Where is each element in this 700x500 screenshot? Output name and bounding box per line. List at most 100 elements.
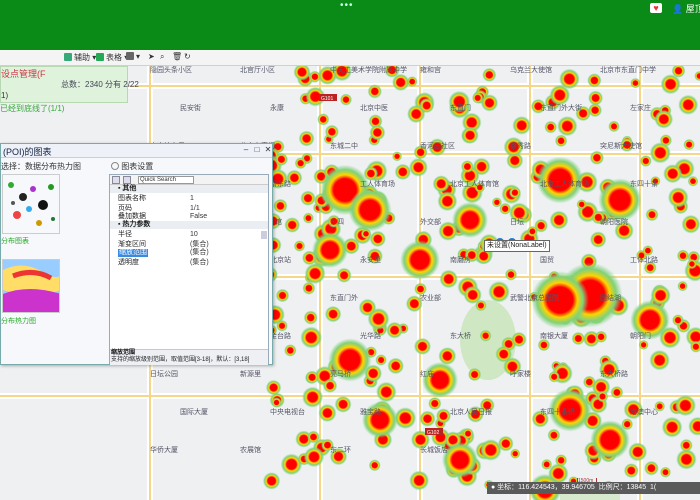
maximize-icon[interactable]: □: [252, 145, 262, 155]
minimize-icon[interactable]: –: [241, 145, 251, 155]
heat-point: [307, 430, 320, 444]
heat-point: [419, 98, 435, 113]
heat-point: [340, 93, 352, 106]
map-place-label: 北京人民日报: [450, 407, 492, 416]
property-value[interactable]: (集合): [190, 259, 209, 267]
heat-point: [644, 460, 659, 476]
heat-point: [547, 428, 561, 442]
heat-point: [512, 116, 531, 135]
heat-point: [480, 94, 499, 112]
map-place-label: 乌克兰大使馆: [510, 65, 552, 74]
pointer-tool[interactable]: ➤: [148, 52, 155, 61]
search-tool-icon[interactable]: ⌕: [160, 52, 164, 62]
heat-point: [681, 214, 700, 234]
property-row[interactable]: 渐变区间 (集合): [110, 241, 268, 249]
heart-icon[interactable]: ♥: [650, 3, 662, 13]
property-value[interactable]: False: [190, 213, 207, 221]
close-icon[interactable]: ✕: [263, 145, 273, 155]
property-row[interactable]: 叠加数据 False: [110, 213, 268, 221]
table-button[interactable]: 表格 ▾: [96, 52, 128, 63]
heat-point: [369, 124, 386, 141]
heat-point: [375, 354, 387, 366]
assist-button[interactable]: 辅助 ▾: [64, 52, 96, 63]
property-key: 渐变区间: [118, 241, 146, 248]
heat-point: [419, 410, 436, 427]
chart-settings-tab[interactable]: 图表设置: [111, 161, 153, 172]
map-place-label: 东大桥路: [600, 369, 628, 378]
heat-point: [544, 120, 557, 134]
map-place-label: 外交部: [420, 217, 441, 226]
map-place-label: 团结湖: [600, 293, 621, 302]
menu-dots[interactable]: •••: [340, 0, 354, 11]
heat-point: [293, 63, 311, 81]
property-value[interactable]: (集合): [190, 241, 209, 249]
property-key: 图表名称: [118, 195, 146, 202]
trash-icon: [126, 52, 134, 60]
map-place-label: 呼家楼: [510, 369, 531, 378]
scatter-thumbnail[interactable]: [2, 174, 60, 234]
heat-point: [590, 231, 607, 248]
heat-cluster: [422, 362, 458, 398]
trash-tool-icon[interactable]: 🗑: [172, 52, 182, 61]
road-badge-label: G101: [321, 96, 333, 102]
heatmap-thumbnail[interactable]: [2, 259, 60, 313]
map-place-label: 南磨房: [450, 255, 471, 264]
property-value[interactable]: 1/1: [190, 205, 200, 213]
property-row[interactable]: 透明度 (集合): [110, 259, 268, 267]
map-place-label: 光华路: [360, 331, 381, 340]
map-place-label: 朝阳医院: [600, 217, 628, 226]
property-value[interactable]: (集合): [190, 249, 209, 257]
user-name[interactable]: 👤 屋顶主: [672, 2, 700, 15]
heat-point: [324, 305, 342, 323]
marker-label[interactable]: 未设置(NonaLabel): [484, 240, 550, 252]
heat-point: [463, 285, 482, 304]
property-row[interactable]: 图表名称 1: [110, 195, 268, 203]
map-place-label: 港澳中心: [630, 407, 658, 416]
property-value[interactable]: 1: [190, 195, 194, 203]
categorized-icon[interactable]: [112, 176, 120, 184]
heat-point: [660, 466, 671, 478]
heat-point: [639, 155, 652, 167]
property-key: ▪ 热力参数: [118, 221, 151, 228]
status-bar: ● 坐标：116.424543，39.946705 比例尺：13845 1(: [487, 482, 700, 494]
scale-readout: 比例尺：13845: [598, 484, 647, 491]
property-category[interactable]: ▪ 其他: [110, 185, 268, 193]
heat-point: [406, 76, 418, 87]
property-row[interactable]: 半径 10: [110, 231, 268, 239]
trash-button[interactable]: ▾: [126, 52, 140, 61]
heat-point: [303, 446, 325, 468]
property-value[interactable]: 10: [190, 231, 198, 239]
heat-point: [468, 367, 482, 382]
property-key: 透明度: [118, 259, 139, 266]
sort-az-icon[interactable]: [123, 176, 131, 184]
refresh-tool-icon[interactable]: ↻: [184, 52, 191, 61]
heat-cluster: [362, 402, 398, 438]
map-place-label: 金台路: [270, 331, 291, 340]
heat-point: [534, 218, 548, 233]
property-category[interactable]: ▪ 热力参数: [110, 221, 268, 229]
heat-point: [667, 187, 689, 208]
heat-point: [555, 454, 568, 467]
spinner-icon[interactable]: [261, 231, 267, 239]
map-place-label: 东四十条: [630, 179, 658, 188]
property-key: 叠加数据: [118, 213, 146, 220]
heat-point: [610, 386, 624, 399]
dialog-titlebar[interactable]: (POI)的图表 – □ ✕: [1, 144, 272, 158]
map-place-label: 中关工美术学院附属中学: [330, 65, 407, 74]
quick-search-input[interactable]: Quick Search: [138, 176, 194, 184]
heat-point: [482, 67, 497, 82]
map-place-label: 亮马桥: [330, 369, 351, 378]
heat-point: [368, 459, 381, 472]
heat-point: [461, 160, 474, 173]
property-toolbar: Quick Search: [110, 175, 268, 185]
heat-point: [676, 249, 690, 262]
heat-point: [334, 395, 352, 413]
heat-point: [303, 310, 318, 325]
property-row[interactable]: 缩放范围 (集合): [110, 249, 268, 257]
heat-point: [642, 245, 654, 256]
heat-point: [304, 263, 326, 284]
heat-point: [628, 442, 648, 462]
heat-point: [509, 186, 521, 199]
property-row[interactable]: 页码 1/1: [110, 205, 268, 213]
heat-point: [262, 472, 281, 490]
